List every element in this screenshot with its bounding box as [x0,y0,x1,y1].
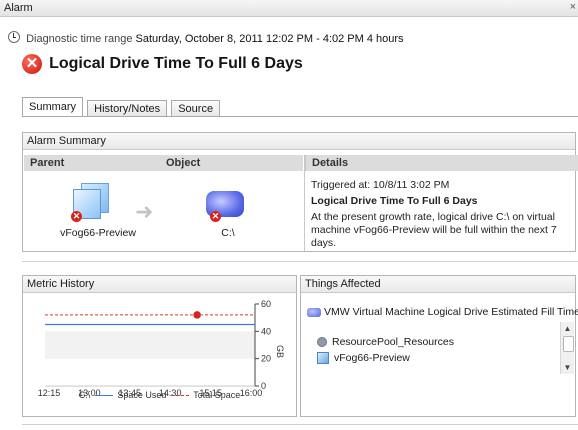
y-axis-label: GB [275,345,285,358]
legend-space-used: Space Used [117,390,167,400]
tab-summary[interactable]: Summary [22,97,84,116]
things-affected-title: Things Affected [301,276,575,293]
parent-header-label: Parent [30,157,65,169]
column-header-object: Object [160,155,303,171]
column-header-details: Details [305,155,578,171]
chart-legend: C:\ Space Used Total Space [23,390,296,400]
legend-total-space: Total Space [193,390,241,400]
scroll-thumb[interactable] [563,336,574,352]
resource-pool-icon [317,337,327,348]
alarm-summary-title: Alarm Summary [23,133,575,150]
legend-drive: C:\ [78,390,91,400]
alarm-marker-icon [192,310,202,320]
error-badge-icon: ✕ [71,211,82,222]
details-header-label: Details [312,157,349,169]
tab-underline [22,116,578,117]
scroll-down-icon[interactable]: ▼ [561,361,574,374]
alarm-details: Triggered at: 10/8/11 3:02 PM Logical Dr… [311,179,571,250]
virtual-machine-icon[interactable]: ✕ [71,183,109,222]
legend-used-swatch [94,395,113,397]
window-titlebar: Alarm × [0,0,578,17]
triggered-at: Triggered at: 10/8/11 3:02 PM [311,179,450,191]
section-divider [22,261,578,262]
alarm-header: ✕ Logical Drive Time To Full 6 Days [22,54,303,76]
legend-total-swatch [170,395,189,397]
details-title: Logical Drive Time To Full 6 Days [311,195,478,207]
y-tick-label: 20 [261,354,271,364]
tab-history-notes[interactable]: History/Notes [87,100,168,117]
diagnostic-time-range: Diagnostic time range Saturday, October … [8,30,404,45]
object-name[interactable]: C:\ [193,227,263,239]
scroll-up-icon[interactable]: ▲ [561,322,574,335]
metric-history-panel: Metric History 0 20 40 60 GB 12:15 13:00 13:45 1… [22,275,297,417]
virtual-machine-icon [317,352,329,365]
arrow-right-icon: ➜ [135,199,154,224]
error-badge-icon: ✕ [210,211,221,222]
window-title: Alarm [4,2,33,14]
y-tick-label: 60 [261,299,271,309]
affected-scrollbar[interactable]: ▲ ▼ [560,322,574,374]
affected-item-label: vFog66-Preview [334,352,410,364]
error-icon: ✕ [22,54,42,74]
clock-icon [8,31,20,43]
things-affected-panel: Things Affected VMW Virtual Machine Logi… [300,275,578,417]
affected-item-label: ResourcePool_Resources [332,336,454,348]
column-header-parent: Parent [24,155,165,171]
close-icon[interactable]: × [570,1,576,13]
column-divider [304,155,305,251]
affected-headline[interactable]: VMW Virtual Machine Logical Drive Estima… [307,306,578,318]
section-divider [22,424,578,425]
tab-bar: Summary History/Notes Source [22,97,221,117]
alarm-title: Logical Drive Time To Full 6 Days [49,55,303,72]
object-header-label: Object [166,157,201,169]
affected-headline-text: VMW Virtual Machine Logical Drive Estima… [324,306,578,318]
details-text: At the present growth rate, logical driv… [311,211,557,249]
diagnostic-value: Saturday, October 8, 2011 12:02 PM - 4:0… [135,33,404,45]
affected-item-vm[interactable]: vFog66-Preview [317,352,410,365]
parent-name[interactable]: vFog66-Preview [53,227,143,239]
logical-drive-icon [307,307,321,317]
affected-item-resource-pool[interactable]: ResourcePool_Resources [317,336,454,348]
chart-band [45,331,255,359]
tab-source[interactable]: Source [171,100,221,117]
y-tick-label: 40 [261,326,271,336]
alarm-summary-panel: Alarm Summary Parent Object Details ✕ vF… [22,132,578,252]
diagnostic-label: Diagnostic time range [26,33,133,45]
